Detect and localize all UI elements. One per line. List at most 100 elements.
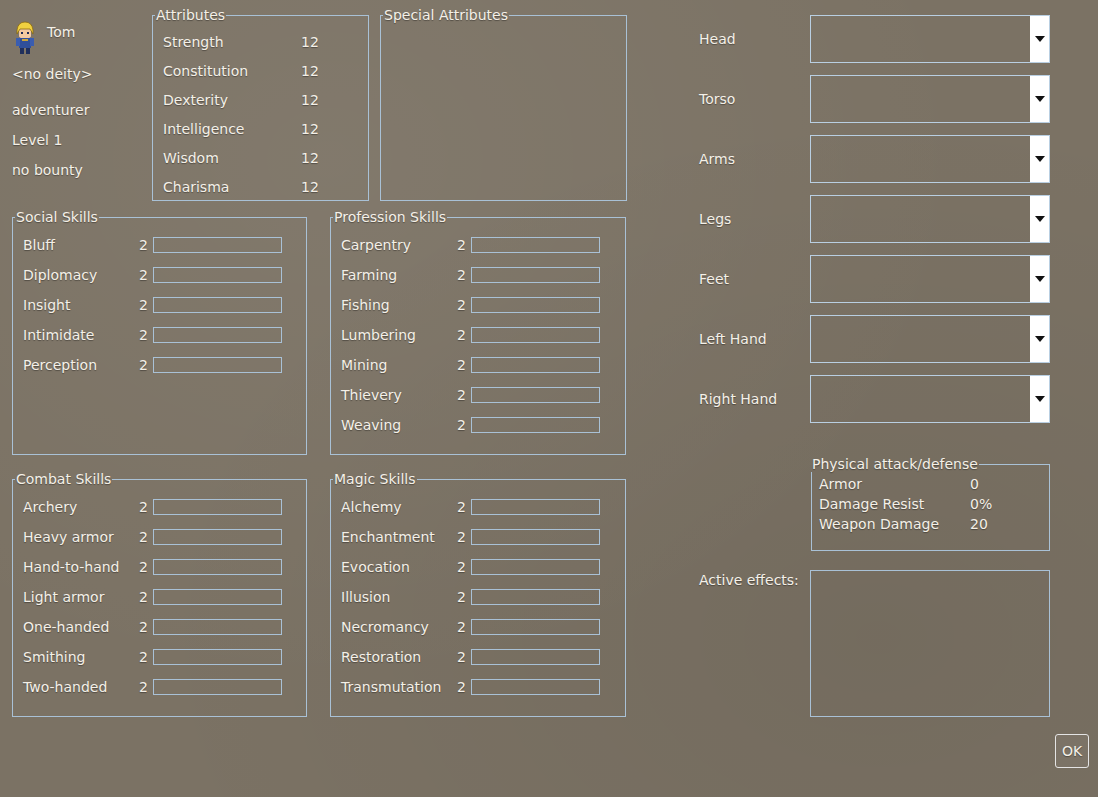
skill-name: Transmutation — [341, 679, 457, 695]
skill-name: Smithing — [23, 649, 139, 665]
skill-progress-bar — [471, 297, 600, 313]
attribute-row: Wisdom12 — [163, 143, 358, 172]
dropdown-arrow-icon — [1035, 36, 1045, 42]
skill-progress-bar — [471, 417, 600, 433]
attribute-value: 12 — [301, 179, 358, 195]
dropdown-button[interactable] — [1030, 376, 1049, 422]
dropdown-button[interactable] — [1030, 316, 1049, 362]
skill-row: Mining2 — [341, 350, 615, 380]
skill-value: 2 — [139, 357, 153, 373]
stat-row: Weapon Damage20 — [819, 514, 1042, 534]
attribute-row: Intelligence12 — [163, 114, 358, 143]
skill-value: 2 — [457, 327, 471, 343]
attribute-name: Charisma — [163, 179, 301, 195]
skill-progress-bar — [471, 619, 600, 635]
character-deity: <no deity> — [12, 59, 152, 95]
dropdown-button[interactable] — [1030, 256, 1049, 302]
equipment-dropdown[interactable] — [810, 135, 1050, 183]
attributes-panel: AttributesStrength12Constitution12Dexter… — [152, 7, 369, 201]
skill-value: 2 — [457, 499, 471, 515]
dropdown-value — [811, 376, 1030, 422]
skill-progress-bar — [153, 357, 282, 373]
stat-row: Damage Resist0% — [819, 494, 1042, 514]
equipment-slot-label: Head — [699, 31, 810, 47]
skill-name: Restoration — [341, 649, 457, 665]
top-row: Tom<no deity>adventurerLevel 1no bountyA… — [12, 7, 640, 201]
dropdown-button[interactable] — [1030, 16, 1049, 62]
equipment-dropdown[interactable] — [810, 75, 1050, 123]
skill-progress-bar — [471, 237, 600, 253]
skill-row: Farming2 — [341, 260, 615, 290]
equipment-dropdown[interactable] — [810, 195, 1050, 243]
skill-row: Two-handed2 — [23, 672, 296, 702]
skill-name: Diplomacy — [23, 267, 139, 283]
attribute-name: Wisdom — [163, 150, 301, 166]
skill-value: 2 — [457, 357, 471, 373]
stat-row: Armor0 — [819, 474, 1042, 494]
attribute-row: Charisma12 — [163, 172, 358, 201]
character-sheet: Tom<no deity>adventurerLevel 1no bountyA… — [0, 0, 1098, 797]
skill-progress-bar — [471, 387, 600, 403]
right-panel: HeadTorsoArmsLegsFeetLeft HandRight Hand… — [640, 0, 1098, 797]
attribute-name: Dexterity — [163, 92, 301, 108]
equipment-slot-label: Feet — [699, 271, 810, 287]
skill-name: Evocation — [341, 559, 457, 575]
skill-row: Diplomacy2 — [23, 260, 296, 290]
dropdown-arrow-icon — [1035, 396, 1045, 402]
dropdown-button[interactable] — [1030, 76, 1049, 122]
skill-row: Illusion2 — [341, 582, 615, 612]
skill-progress-bar — [471, 529, 600, 545]
dropdown-button[interactable] — [1030, 196, 1049, 242]
skill-name: Bluff — [23, 237, 139, 253]
equipment-slot-label: Left Hand — [699, 331, 810, 347]
skill-value: 2 — [139, 619, 153, 635]
skill-progress-bar — [471, 649, 600, 665]
attribute-value: 12 — [301, 92, 358, 108]
dropdown-value — [811, 196, 1030, 242]
stat-name: Armor — [819, 476, 970, 492]
skill-progress-bar — [153, 499, 282, 515]
dropdown-value — [811, 16, 1030, 62]
skill-value: 2 — [457, 679, 471, 695]
skill-value: 2 — [139, 589, 153, 605]
skill-progress-bar — [471, 559, 600, 575]
skill-progress-bar — [153, 529, 282, 545]
skill-name: Hand-to-hand — [23, 559, 139, 575]
skill-name: Thievery — [341, 387, 457, 403]
equipment-dropdown[interactable] — [810, 255, 1050, 303]
skill-row: Evocation2 — [341, 552, 615, 582]
dropdown-value — [811, 136, 1030, 182]
skill-progress-bar — [471, 327, 600, 343]
equipment-dropdown[interactable] — [810, 375, 1050, 423]
equipment-row: Torso — [699, 75, 1098, 123]
skill-progress-bar — [153, 267, 282, 283]
skill-name: Necromancy — [341, 619, 457, 635]
equipment-dropdown[interactable] — [810, 15, 1050, 63]
left-panel: Tom<no deity>adventurerLevel 1no bountyA… — [0, 0, 640, 797]
equipment-dropdown[interactable] — [810, 315, 1050, 363]
attribute-name: Intelligence — [163, 121, 301, 137]
skill-value: 2 — [139, 559, 153, 575]
stat-name: Weapon Damage — [819, 516, 970, 532]
skill-value: 2 — [139, 237, 153, 253]
skill-name: Two-handed — [23, 679, 139, 695]
skill-row: Necromancy2 — [341, 612, 615, 642]
equipment-row: Arms — [699, 135, 1098, 183]
ok-button[interactable]: OK — [1055, 734, 1089, 768]
skill-name: Alchemy — [341, 499, 457, 515]
dropdown-button[interactable] — [1030, 136, 1049, 182]
skill-name: Mining — [341, 357, 457, 373]
skill-progress-bar — [471, 679, 600, 695]
character-bounty: no bounty — [12, 155, 152, 185]
skill-progress-bar — [153, 589, 282, 605]
skill-name: Light armor — [23, 589, 139, 605]
skill-progress-bar — [153, 559, 282, 575]
skill-name: One-handed — [23, 619, 139, 635]
skill-row: Restoration2 — [341, 642, 615, 672]
skill-name: Enchantment — [341, 529, 457, 545]
character-info: Tom<no deity>adventurerLevel 1no bounty — [12, 7, 152, 201]
skill-row: Hand-to-hand2 — [23, 552, 296, 582]
skill-name: Perception — [23, 357, 139, 373]
skill-name: Insight — [23, 297, 139, 313]
character-avatar-icon — [12, 21, 38, 55]
